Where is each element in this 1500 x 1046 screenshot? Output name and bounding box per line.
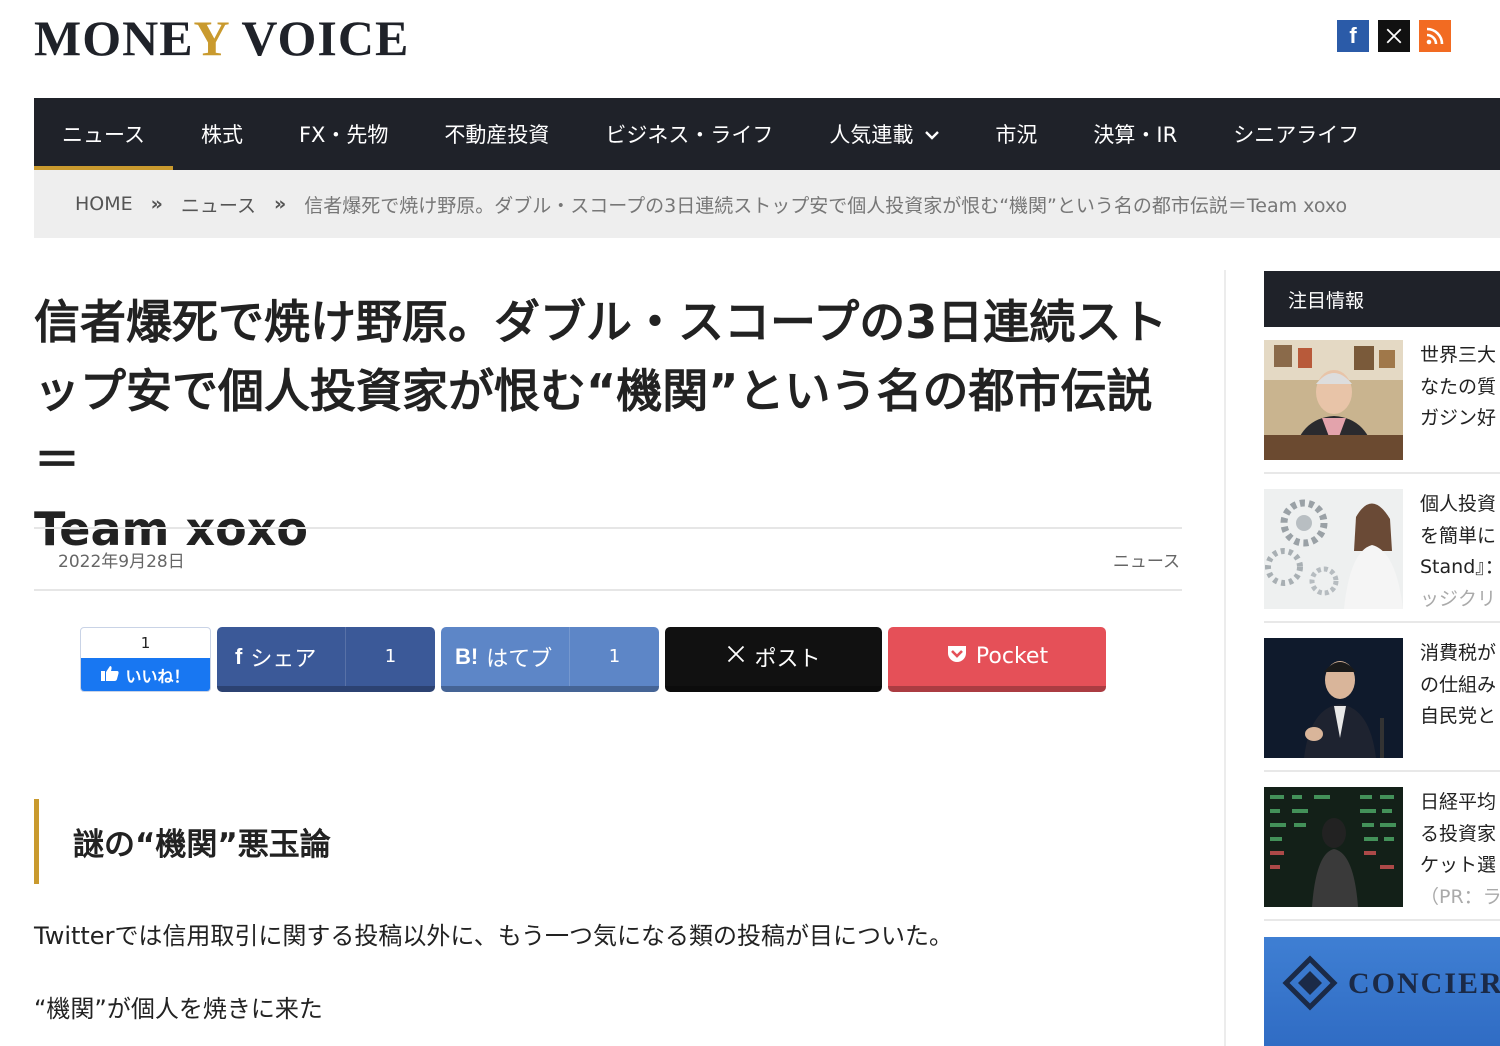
banner-text: CONCIER: [1348, 967, 1500, 1000]
title-line: る投資家: [1420, 822, 1497, 845]
nav-item-real-estate[interactable]: 不動産投資: [416, 98, 577, 170]
like-label: いいね！: [125, 666, 190, 686]
sidebar-article[interactable]: 消費税が の仕組み 自民党と: [1264, 638, 1500, 772]
article-thumbnail[interactable]: [1264, 340, 1403, 460]
title-line: ガジン好: [1420, 407, 1497, 429]
logo-text-1: MONE: [34, 10, 194, 66]
article-date: 2022年9月28日: [58, 551, 185, 572]
sidebar-article-title[interactable]: 世界三大 なたの質 ガジン好: [1420, 340, 1496, 435]
x-post-label: ポスト: [754, 646, 821, 672]
x-post-button[interactable]: ポスト: [665, 627, 882, 692]
nav-item-ir[interactable]: 決算・IR: [1065, 98, 1205, 170]
rss-icon[interactable]: [1419, 20, 1451, 52]
sidebar-article[interactable]: 個人投資 を簡単に Stand』： ッジクリ: [1264, 489, 1500, 623]
hatena-icon: B!: [455, 643, 479, 669]
share-buttons: 1 いいね！ f シェア 1 B! はてブ 1 ポスト Pocket: [80, 627, 1106, 692]
sidebar-article[interactable]: 日経平均 る投資家 ケット選 （PR：ラ: [1264, 787, 1500, 921]
x-icon[interactable]: [1378, 20, 1410, 52]
site-logo[interactable]: MONEY VOICE: [34, 12, 409, 64]
nav-item-series-label: 人気連載: [829, 123, 914, 147]
nav-item-senior[interactable]: シニアライフ: [1205, 98, 1387, 170]
nav-item-fx[interactable]: FX・先物: [271, 98, 416, 170]
section-heading: 謎の“機関”悪玉論: [34, 799, 1182, 884]
main-nav: ニュース 株式 FX・先物 不動産投資 ビジネス・ライフ 人気連載 市況 決算・…: [34, 98, 1500, 170]
article-thumbnail[interactable]: [1264, 489, 1403, 609]
sidebar-title: 注目情報: [1264, 271, 1500, 327]
sidebar-article[interactable]: 世界三大 なたの質 ガジン好: [1264, 340, 1500, 474]
title-line: 信者爆死で焼け野原。ダブル・スコープの3日連続スト: [34, 295, 1168, 349]
article-title: 信者爆死で焼け野原。ダブル・スコープの3日連続スト ップ安で個人投資家が恨む“機…: [34, 288, 1182, 564]
sidebar: 注目情報 世界三大 なたの質 ガジン好 個人投資 を簡単に Stand』： ッジ…: [1264, 271, 1500, 1046]
facebook-icon: f: [235, 643, 243, 669]
column-divider: [1224, 270, 1226, 1046]
social-links: f: [1337, 20, 1451, 52]
pocket-icon: [946, 644, 968, 670]
pocket-button[interactable]: Pocket: [888, 627, 1106, 692]
nav-item-stocks[interactable]: 株式: [173, 98, 271, 170]
pr-label: （PR：ラ: [1420, 885, 1500, 908]
article: 信者爆死で焼け野原。ダブル・スコープの3日連続スト ップ安で個人投資家が恨む“機…: [34, 270, 1182, 1023]
ad-banner[interactable]: CONCIER: [1264, 937, 1500, 1046]
nav-item-market[interactable]: 市況: [967, 98, 1065, 170]
like-count: 1: [140, 634, 151, 652]
breadcrumb-current: 信者爆死で焼け野原。ダブル・スコープの3日連続ストップ安で個人投資家が恨む“機関…: [304, 194, 1348, 217]
facebook-share-button[interactable]: f シェア 1: [217, 627, 435, 692]
title-line: を簡単に: [1420, 524, 1497, 547]
article-paragraph: Twitterでは信用取引に関する投稿以外に、もう一つ気になる類の投稿が目につい…: [34, 922, 953, 950]
sidebar-article-title[interactable]: 日経平均 る投資家 ケット選 （PR：ラ: [1420, 787, 1500, 913]
facebook-icon[interactable]: f: [1337, 20, 1369, 52]
title-line: なたの質: [1420, 375, 1497, 398]
sidebar-article-title[interactable]: 個人投資 を簡単に Stand』： ッジクリ: [1420, 489, 1500, 615]
breadcrumb-home[interactable]: HOME: [75, 193, 133, 215]
nav-item-series[interactable]: 人気連載: [801, 98, 967, 170]
title-line: 個人投資: [1420, 493, 1497, 515]
hatena-count: 1: [569, 627, 659, 686]
thumbs-up-icon: [101, 665, 120, 685]
nav-item-news[interactable]: ニュース: [34, 98, 173, 170]
title-line: ップ安で個人投資家が恨む“機関”という名の都市伝説＝: [34, 364, 1153, 487]
concier-logo-icon: [1282, 955, 1338, 1011]
title-line: 消費税が: [1420, 642, 1497, 664]
title-line: 世界三大: [1420, 344, 1497, 366]
sidebar-article-title[interactable]: 消費税が の仕組み 自民党と: [1420, 638, 1496, 733]
breadcrumb-separator: »: [150, 193, 163, 215]
article-thumbnail[interactable]: [1264, 638, 1403, 758]
title-line: 日経平均: [1420, 791, 1497, 813]
chevron-down-icon: [925, 125, 940, 144]
like-button[interactable]: いいね！: [81, 658, 210, 691]
facebook-share-label: シェア: [250, 646, 317, 672]
article-thumbnail[interactable]: [1264, 787, 1403, 907]
x-icon: [726, 644, 746, 670]
breadcrumb: HOME » ニュース » 信者爆死で焼け野原。ダブル・スコープの3日連続ストッ…: [34, 170, 1500, 238]
title-line: 自民党と: [1420, 705, 1497, 727]
article-meta: 2022年9月28日 ニュース: [34, 527, 1182, 591]
hatena-bookmark-button[interactable]: B! はてブ 1: [441, 627, 659, 692]
facebook-share-count: 1: [345, 627, 435, 686]
breadcrumb-category[interactable]: ニュース: [181, 191, 256, 218]
logo-text-y: Y: [193, 10, 229, 66]
nav-item-business[interactable]: ビジネス・ライフ: [577, 98, 801, 170]
article-category[interactable]: ニュース: [1113, 547, 1180, 572]
breadcrumb-separator: »: [273, 193, 287, 215]
title-line: Stand』：: [1420, 556, 1500, 578]
article-paragraph: “機関”が個人を焼きに来た: [34, 995, 323, 1023]
title-line: の仕組み: [1420, 673, 1497, 696]
title-line: ケット選: [1420, 854, 1497, 876]
logo-text-2: VOICE: [228, 10, 410, 66]
pocket-label: Pocket: [975, 644, 1049, 669]
facebook-like-widget[interactable]: 1 いいね！: [80, 627, 211, 692]
pr-label: ッジクリ: [1420, 587, 1497, 610]
hatena-label: はてブ: [486, 646, 553, 672]
